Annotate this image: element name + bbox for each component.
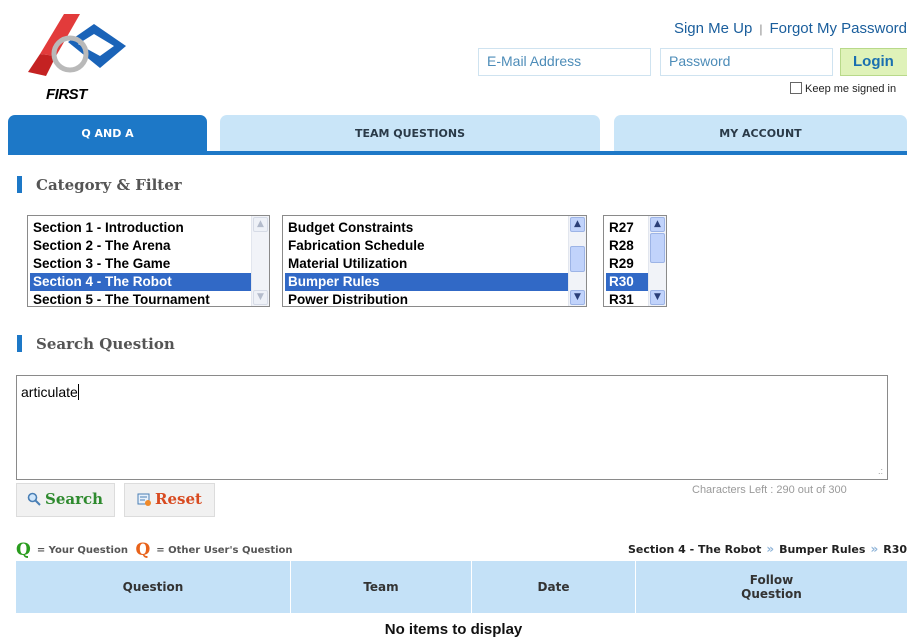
rule-option[interactable]: R31 [606,291,648,306]
section-scrollbar[interactable]: ▲ ▼ [251,216,269,306]
your-question-q-icon: Q [16,540,31,560]
topic-option[interactable]: Power Distribution [285,291,568,306]
link-separator: | [759,22,763,36]
rule-option[interactable]: R27 [606,219,648,237]
other-question-legend: = Other User's Question [156,545,293,556]
tab-q-and-a[interactable]: Q AND A [8,115,207,152]
question-text: articulate [21,384,78,400]
reset-button-label: Reset [155,490,202,508]
characters-left: Characters Left : 290 out of 300 [692,484,847,496]
rule-option[interactable]: R29 [606,255,648,273]
breadcrumb: Section 4 - The Robot » Bumper Rules » R30 [628,542,907,556]
question-textarea[interactable]: articulate .: [16,375,888,480]
search-question-title: Search Question [36,335,175,353]
tab-underline [8,151,907,155]
section-option[interactable]: Section 2 - The Arena [30,237,251,255]
reset-form-icon [137,493,151,506]
search-question-heading: Search Question [17,335,175,353]
scroll-down-icon[interactable]: ▼ [650,290,665,305]
text-cursor [77,384,79,400]
section-option[interactable]: Section 3 - The Game [30,255,251,273]
rule-scrollbar[interactable]: ▲ ▼ [648,216,666,306]
section-option[interactable]: Section 5 - The Tournament [30,291,251,306]
category-filter-heading: Category & Filter [17,176,182,194]
breadcrumb-separator: » [766,542,775,556]
scroll-up-icon[interactable]: ▲ [650,217,665,232]
column-header-team[interactable]: Team [291,561,472,613]
section-option[interactable]: Section 1 - Introduction [30,219,251,237]
search-button[interactable]: Search [16,483,115,517]
breadcrumb-section: Section 4 - The Robot [627,543,762,556]
column-header-date[interactable]: Date [472,561,636,613]
heading-marker [17,335,22,352]
password-field[interactable]: Password [660,48,833,76]
other-question-q-icon: Q [135,540,151,560]
topic-option[interactable]: Fabrication Schedule [285,237,568,255]
magnifier-icon [27,492,41,506]
scroll-down-icon[interactable]: ▼ [570,290,585,305]
keep-signed-in[interactable]: Keep me signed in [790,82,896,95]
topic-option[interactable]: Material Utilization [285,255,568,273]
scroll-down-icon[interactable]: ▼ [253,290,268,305]
resize-grip-icon[interactable]: .: [878,466,883,476]
sign-up-link[interactable]: Sign Me Up [674,20,752,37]
scroll-thumb[interactable] [650,233,665,263]
account-links: Sign Me Up | Forgot My Password [674,20,907,37]
topic-scrollbar[interactable]: ▲ ▼ [568,216,586,306]
forgot-password-link[interactable]: Forgot My Password [769,20,907,37]
keep-signed-in-label: Keep me signed in [805,83,897,95]
topic-listbox[interactable]: Budget Constraints Fabrication Schedule … [282,215,587,307]
tab-my-account[interactable]: MY ACCOUNT [614,115,907,152]
breadcrumb-topic: Bumper Rules [779,543,866,556]
breadcrumb-separator: » [870,542,879,556]
reset-button[interactable]: Reset [124,483,215,517]
scroll-thumb[interactable] [570,246,585,272]
column-header-question[interactable]: Question [16,561,291,613]
heading-marker [17,176,22,193]
results-table-header: Question Team Date Follow Question [16,561,907,613]
search-button-label: Search [45,490,104,508]
column-header-follow-question[interactable]: Follow Question [636,561,907,613]
question-legend: Q = Your Question Q = Other User's Questio… [16,540,293,560]
scroll-up-icon[interactable]: ▲ [253,217,268,232]
your-question-legend: = Your Question [36,545,128,556]
section-listbox[interactable]: Section 1 - Introduction Section 2 - The… [27,215,270,307]
scroll-up-icon[interactable]: ▲ [570,217,585,232]
topic-option-selected[interactable]: Bumper Rules [285,273,568,291]
tab-team-questions[interactable]: TEAM QUESTIONS [220,115,600,152]
rule-listbox[interactable]: R27 R28 R29 R30 R31 ▲ ▼ [603,215,667,307]
section-option-selected[interactable]: Section 4 - The Robot [30,273,251,291]
category-filter-title: Category & Filter [36,176,182,194]
rule-option-selected[interactable]: R30 [606,273,648,291]
rule-option[interactable]: R28 [606,237,648,255]
login-button[interactable]: Login [840,48,907,76]
logo-wordmark: FIRST [46,86,87,103]
topic-option[interactable]: Budget Constraints [285,219,568,237]
keep-signed-in-checkbox[interactable] [790,82,802,94]
empty-table-message: No items to display [384,621,523,638]
breadcrumb-rule: R30 [883,543,907,556]
email-field[interactable]: E-Mail Address [478,48,651,76]
